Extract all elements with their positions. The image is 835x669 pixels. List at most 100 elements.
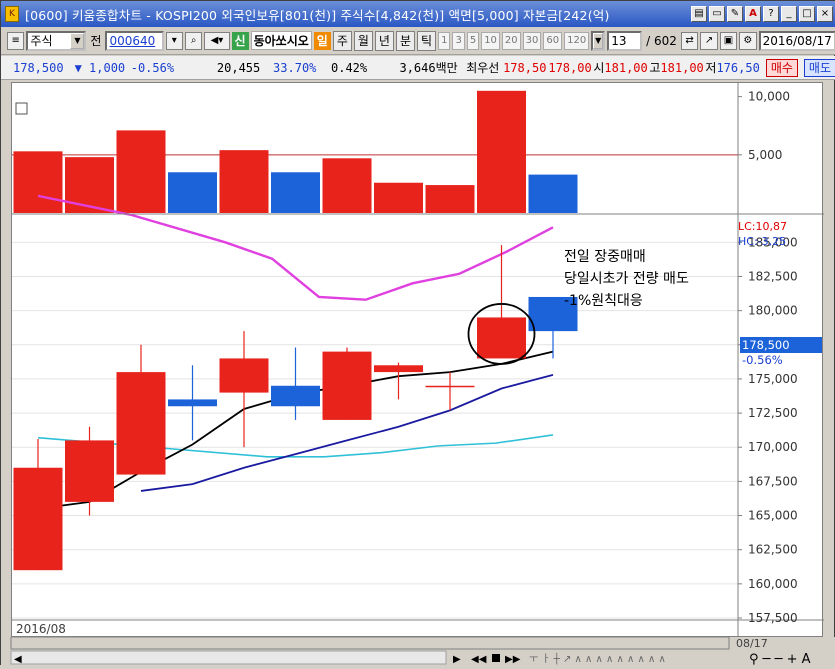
volume-bar: [425, 185, 475, 213]
scroll-left-icon[interactable]: ◀: [14, 654, 22, 665]
search-icon[interactable]: ⌕: [184, 31, 203, 50]
dropdown-icon[interactable]: ▾: [165, 31, 183, 50]
price-axis-label: 167,500: [748, 474, 798, 488]
volume-bar: [374, 182, 423, 213]
grid-toggle-icon: [15, 102, 28, 115]
close-icon[interactable]: ×: [817, 6, 833, 22]
candle-body: [168, 399, 217, 407]
title-bar[interactable]: K [0600] 키움종합차트 - KOSPI200 외국인보유[801(천)]…: [1, 1, 835, 27]
zoom-icons[interactable]: ⚲ ─ ─ + A: [749, 652, 811, 667]
hc-label: HC:-3,25: [738, 235, 786, 248]
window-title: [0600] 키움종합차트 - KOSPI200 외국인보유[801(천)] 주…: [25, 7, 610, 23]
minute-1-button[interactable]: 1: [438, 31, 451, 50]
price-axis-label: 165,000: [748, 509, 798, 523]
minute-3-button[interactable]: 3: [452, 31, 465, 50]
candlestick-chart[interactable]: 10,0005,000185,000182,500180,000177,5001…: [12, 83, 824, 638]
period-minute-button[interactable]: 분: [395, 30, 416, 51]
speaker-icon[interactable]: ◀▾: [204, 31, 230, 50]
candle-body: [374, 365, 423, 373]
low-price: 176,50: [716, 60, 760, 75]
stock-name: 동아쏘시오: [250, 31, 312, 50]
period-tick-button[interactable]: 틱: [417, 30, 437, 51]
volume-bar: [477, 90, 526, 213]
new-button[interactable]: 신: [231, 31, 249, 50]
count-input[interactable]: 13: [607, 30, 643, 51]
quote-bar: 178,500 ▼ 1,000 -0.56% 20,455 33.70% 0.4…: [1, 56, 835, 80]
volume-bar: [13, 151, 63, 213]
date-input[interactable]: 2016/08/17: [758, 30, 835, 51]
volume-value: 20,455: [216, 60, 261, 75]
tools-icon[interactable]: ▣: [719, 31, 738, 50]
window-icon[interactable]: ▭: [709, 6, 725, 22]
price-axis-label: 160,000: [748, 577, 798, 591]
chart-toolbar: ≡ 주식 ▼ 전 000640 ▾ ⌕ ◀▾ 신 동아쏘시오 일 주 월 년 분…: [1, 27, 835, 55]
horizontal-scrollbar[interactable]: [10, 650, 447, 665]
market-type-select[interactable]: 주식 ▼: [26, 30, 87, 51]
pin-icon[interactable]: ⇄: [680, 31, 699, 50]
maximize-icon[interactable]: □: [799, 6, 815, 22]
price-change-pct: -0.56%: [130, 60, 175, 75]
low-label: 저: [705, 61, 717, 75]
buy-button[interactable]: 매수: [765, 58, 798, 77]
chevron-down-icon[interactable]: ▼: [593, 32, 604, 49]
stock-code-input[interactable]: 000640: [105, 30, 164, 51]
current-price: 178,500: [13, 60, 64, 75]
period-week-button[interactable]: 주: [332, 30, 352, 51]
best-ask: 178,00: [548, 60, 592, 75]
volume-axis-label: 5,000: [748, 148, 782, 162]
stop-icon[interactable]: [492, 654, 500, 662]
volume-pane: [12, 90, 738, 213]
chart-area[interactable]: 10,0005,000185,000182,500180,000177,5001…: [11, 82, 824, 638]
code-prefix-label: 전: [90, 34, 102, 48]
scroll-next-icon[interactable]: ▶▶: [505, 654, 521, 665]
minute-5-button[interactable]: 5: [466, 31, 480, 50]
volume-bar: [116, 130, 166, 213]
scroll-right-icon[interactable]: ▶: [453, 654, 461, 665]
price-badge: LC:10,87 HC:-3,25 178,500 -0.56%: [738, 220, 822, 367]
price-axis-label: 175,000: [748, 372, 798, 386]
period-year-button[interactable]: 년: [374, 30, 394, 51]
scroll-prev-icon[interactable]: ◀◀: [471, 654, 487, 665]
annotation-line-3: -1%원칙대응: [564, 293, 643, 309]
font-icon[interactable]: A: [745, 6, 761, 22]
date-right-label: 08/17: [736, 637, 768, 650]
minute-select[interactable]: ▼: [591, 30, 606, 51]
high-label: 고: [649, 61, 661, 75]
kiwoom-app-icon: K: [5, 6, 19, 22]
chart-settings-icon[interactable]: ≡: [7, 31, 25, 50]
line-chart-icon[interactable]: ↗: [700, 31, 718, 50]
volume-bar: [219, 150, 269, 213]
current-pct-badge-text: -0.56%: [742, 353, 783, 367]
list-icon[interactable]: ▤: [691, 6, 707, 22]
status-bar: 08/17 ◀ ▶ ◀◀ ▶▶ ㅜ ㅏ ┼ ↗ ∧ ∧ ∧ ∧ ∧ ∧ ∧ ∧ …: [1, 636, 835, 667]
memo-icon[interactable]: ✎: [727, 6, 743, 22]
sell-button[interactable]: 매도: [803, 58, 835, 77]
candle-body: [116, 372, 166, 475]
chart-window: K [0600] 키움종합차트 - KOSPI200 외국인보유[801(천)]…: [0, 0, 835, 667]
drawing-tools-icons[interactable]: ㅜ ㅏ ┼ ↗ ∧ ∧ ∧ ∧ ∧ ∧ ∧ ∧ ∧: [529, 652, 666, 665]
minute-20-button[interactable]: 20: [501, 31, 521, 50]
candle-body: [219, 358, 269, 393]
minute-30-button[interactable]: 30: [522, 31, 542, 50]
annotation-line-1: 전일 장중매매: [564, 249, 646, 265]
price-axis-label: 172,500: [748, 406, 798, 420]
minute-60-button[interactable]: 60: [543, 31, 563, 50]
annotation: 전일 장중매매 당일시초가 전량 매도 -1%원칙대응: [564, 249, 689, 309]
date-strip: [10, 636, 730, 650]
best-quote-label: 최우선: [466, 61, 500, 75]
gear-icon[interactable]: ⚙: [739, 31, 757, 50]
minute-120-button[interactable]: 120: [564, 31, 590, 50]
turnover-pct: 33.70%: [273, 60, 317, 75]
chevron-down-icon[interactable]: ▼: [70, 32, 85, 49]
price-change: ▼ 1,000: [74, 60, 126, 75]
minute-10-button[interactable]: 10: [481, 31, 500, 50]
candle-body: [322, 351, 372, 420]
help-icon[interactable]: ?: [763, 6, 779, 22]
period-month-button[interactable]: 월: [353, 30, 373, 51]
period-day-button[interactable]: 일: [313, 31, 331, 50]
price-axis-label: 180,000: [748, 304, 798, 318]
minimize-icon[interactable]: _: [781, 6, 797, 22]
volume-bar: [528, 174, 578, 213]
high-price: 181,00: [660, 60, 704, 75]
count-total: / 602: [646, 33, 677, 48]
